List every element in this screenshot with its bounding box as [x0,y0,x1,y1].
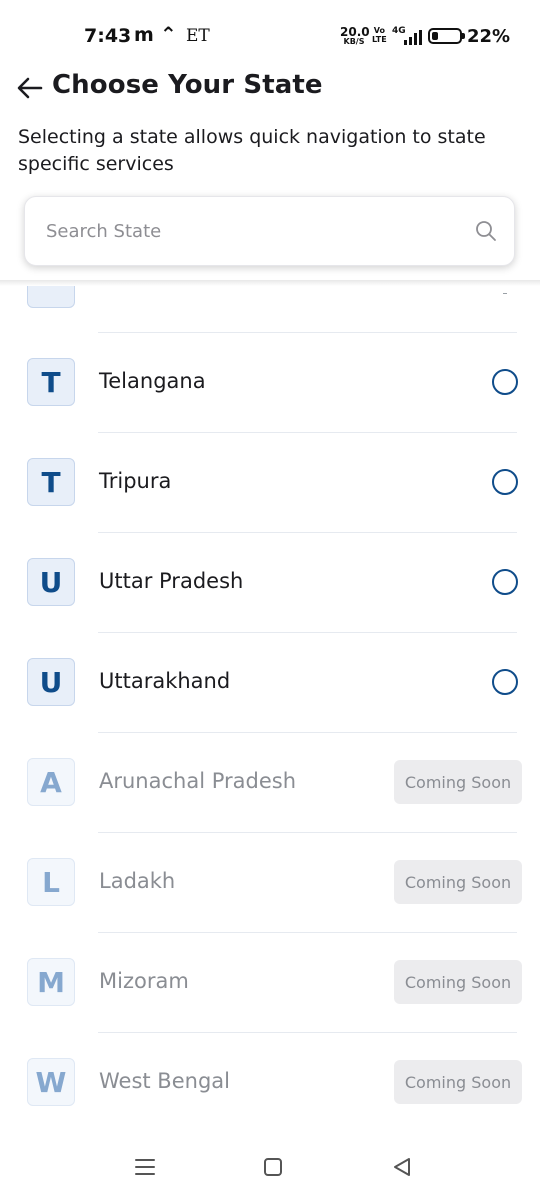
battery-level [432,32,438,40]
state-name: Uttarakhand [99,669,231,693]
status-bar: 7:43 m ⌃ ET 20.0 KB/S Vo LTE 4G 22% [0,0,540,72]
volte-indicator: Vo LTE [372,26,387,45]
page-title: Choose Your State [52,70,323,100]
state-row[interactable]: T Tripura [0,432,540,532]
back-button[interactable] [14,72,46,104]
status-time: 7:43 [84,25,132,47]
coming-soon-badge: Coming Soon [394,760,522,804]
state-radio-button[interactable] [492,669,518,695]
state-radio-button[interactable] [492,369,518,395]
partial-state-badge [27,286,75,308]
page-subtitle: Selecting a state allows quick navigatio… [18,126,486,175]
network-speed-unit: KB/S [343,37,365,46]
battery-icon [428,28,465,44]
state-initial-badge: M [27,958,75,1006]
state-row: W West Bengal Coming Soon [0,1032,540,1132]
home-button[interactable] [260,1154,286,1180]
recent-apps-button[interactable] [132,1154,158,1180]
back-triangle-icon [394,1158,410,1176]
row-divider [98,832,517,833]
et-notification-icon: ET [186,26,210,46]
row-divider [98,332,517,333]
state-row[interactable]: U Uttarakhand [0,632,540,732]
coming-soon-badge: Coming Soon [394,960,522,1004]
state-initial-badge: W [27,1058,75,1106]
network-speed: 20.0 KB/S [340,26,370,46]
row-divider [98,632,517,633]
volte-bottom: LTE [372,34,387,44]
state-row: L Ladakh Coming Soon [0,832,540,932]
menu-icon [135,1159,155,1175]
state-name: Telangana [99,369,206,393]
state-row: A Arunachal Pradesh Coming Soon [0,732,540,832]
state-initial-badge: L [27,858,75,906]
battery-percent: 22% [467,26,511,47]
search-input[interactable] [46,197,466,265]
state-initial-badge: U [27,658,75,706]
system-back-button[interactable] [389,1154,415,1180]
state-initial-badge: A [27,758,75,806]
state-row: M Mizoram Coming Soon [0,932,540,1032]
state-row[interactable]: U Uttar Pradesh [0,532,540,632]
search-box [24,196,515,266]
state-list[interactable]: T Telangana T Tripura U Uttar Pradesh U Uttarak… [0,286,540,1134]
row-divider [98,932,517,933]
state-name: Arunachal Pradesh [99,769,297,793]
search-icon[interactable] [474,219,498,243]
state-row[interactable]: T Telangana [0,332,540,432]
state-name: Uttar Pradesh [99,569,244,593]
state-radio-button[interactable] [492,469,518,495]
row-divider [98,732,517,733]
signal-icon [404,30,422,45]
row-divider [98,1032,517,1033]
state-initial-badge: T [27,358,75,406]
state-name: Ladakh [99,869,176,893]
app-notification-icon: m [134,24,154,46]
coming-soon-badge: Coming Soon [394,860,522,904]
partial-row-mark [503,293,507,294]
chevron-up-icon: ⌃ [160,22,177,46]
screen: 7:43 m ⌃ ET 20.0 KB/S Vo LTE 4G 22% Choo… [0,0,540,1200]
home-icon [264,1158,282,1176]
row-divider [98,432,517,433]
state-name: Mizoram [99,969,189,993]
system-nav-bar [0,1134,540,1200]
state-name: West Bengal [99,1069,230,1093]
state-name: Tripura [99,469,172,493]
coming-soon-badge: Coming Soon [394,1060,522,1104]
arrow-left-icon [17,77,43,99]
state-initial-badge: T [27,458,75,506]
row-divider [98,532,517,533]
state-initial-badge: U [27,558,75,606]
state-radio-button[interactable] [492,569,518,595]
